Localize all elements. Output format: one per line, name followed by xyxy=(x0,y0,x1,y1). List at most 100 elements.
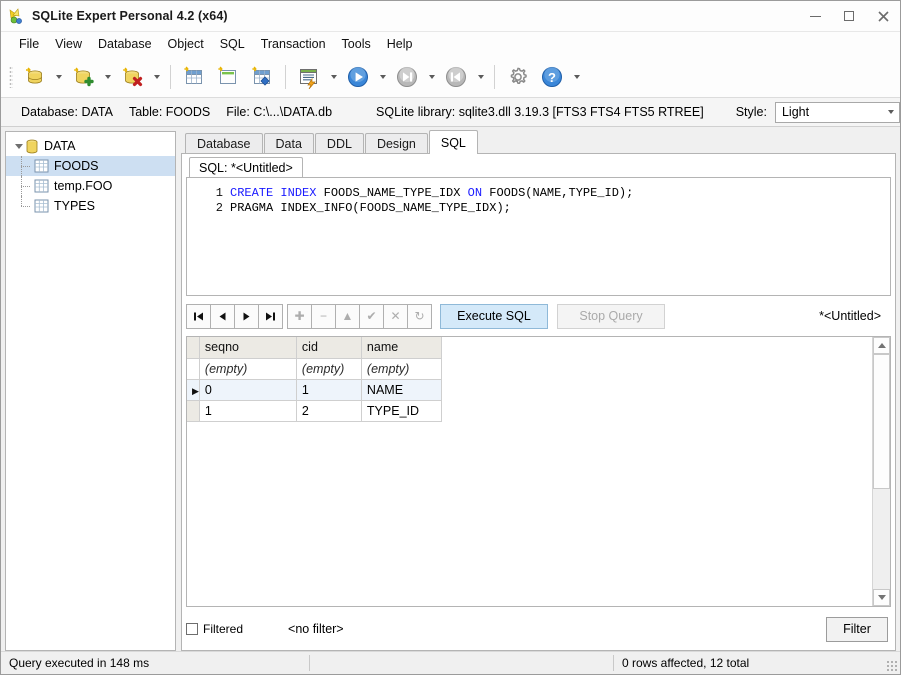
query-name-label: *<Untitled> xyxy=(819,309,881,323)
menu-object[interactable]: Object xyxy=(160,34,212,54)
delete-record-button[interactable]: − xyxy=(311,303,336,329)
filter-cell-name[interactable]: (empty) xyxy=(361,358,442,380)
info-bar: Database: DATA Table: FOODS File: C:\...… xyxy=(1,98,900,127)
table-icon xyxy=(34,199,49,213)
filter-expression-label[interactable]: <no filter> xyxy=(288,622,344,636)
cell-cid[interactable]: 1 xyxy=(296,379,362,401)
new-database-button[interactable] xyxy=(66,60,100,94)
menu-view[interactable]: View xyxy=(47,34,90,54)
sql-tab-panel: SQL: *<Untitled> 1 CREATE INDEX FOODS_NAM… xyxy=(181,153,896,651)
scroll-track[interactable] xyxy=(873,354,890,589)
style-select[interactable]: Light xyxy=(774,101,900,123)
cell-seqno[interactable]: 0 xyxy=(199,379,297,401)
menu-transaction[interactable]: Transaction xyxy=(253,34,334,54)
delete-database-dropdown[interactable] xyxy=(149,60,164,94)
cancel-edit-button[interactable]: ✕ xyxy=(383,303,408,329)
tab-data[interactable]: Data xyxy=(263,133,314,154)
next-record-button[interactable] xyxy=(234,303,259,329)
code-line: 2 PRAGMA INDEX_INFO(FOODS_NAME_TYPE_IDX); xyxy=(187,201,890,216)
database-icon xyxy=(26,139,38,153)
step-forward-dropdown[interactable] xyxy=(424,60,439,94)
delete-database-button[interactable] xyxy=(115,60,149,94)
code-text: PRAGMA INDEX_INFO(FOODS_NAME_TYPE_IDX); xyxy=(230,201,511,215)
cell-cid[interactable]: 2 xyxy=(296,400,362,422)
table-row: 1 2 TYPE_ID xyxy=(187,400,442,422)
step-forward-button[interactable] xyxy=(390,60,424,94)
gear-icon[interactable] xyxy=(501,60,535,94)
tree-item-foods[interactable]: FOODS xyxy=(6,156,175,176)
first-record-button[interactable] xyxy=(186,303,211,329)
new-view-button[interactable] xyxy=(211,60,245,94)
insert-record-button[interactable]: ✚ xyxy=(287,303,312,329)
butterfly-icon xyxy=(8,7,26,25)
open-database-button[interactable] xyxy=(17,60,51,94)
tree-line xyxy=(12,176,34,196)
new-sql-query-button[interactable] xyxy=(292,60,326,94)
tree-item-data[interactable]: DATA xyxy=(6,136,175,156)
tab-sql[interactable]: SQL xyxy=(428,130,478,154)
scroll-up-button[interactable] xyxy=(873,337,890,354)
resize-grip[interactable] xyxy=(886,660,898,672)
new-index-button[interactable] xyxy=(245,60,279,94)
scroll-down-button[interactable] xyxy=(873,589,890,606)
tab-database[interactable]: Database xyxy=(185,133,263,154)
tab-ddl[interactable]: DDL xyxy=(314,133,364,154)
menu-file[interactable]: File xyxy=(11,34,47,54)
menu-help[interactable]: Help xyxy=(379,34,421,54)
step-back-dropdown[interactable] xyxy=(473,60,488,94)
grid-vertical-scrollbar[interactable] xyxy=(872,337,890,606)
filtered-checkbox[interactable] xyxy=(186,623,198,635)
sql-editor[interactable]: 1 CREATE INDEX FOODS_NAME_TYPE_IDX ON FOO… xyxy=(186,177,891,296)
menu-sql[interactable]: SQL xyxy=(212,34,253,54)
execute-dropdown[interactable] xyxy=(375,60,390,94)
row-marker-cell: ▶ xyxy=(187,379,200,401)
toolbar-grip[interactable] xyxy=(9,65,13,88)
new-table-button[interactable] xyxy=(177,60,211,94)
menu-tools[interactable]: Tools xyxy=(334,34,379,54)
help-dropdown[interactable] xyxy=(569,60,584,94)
results-grid: seqno cid name (empty) (empty) (empty) ▶… xyxy=(186,336,891,607)
cell-seqno[interactable]: 1 xyxy=(199,400,297,422)
new-database-dropdown[interactable] xyxy=(100,60,115,94)
execute-button[interactable] xyxy=(341,60,375,94)
expand-collapse-icon[interactable] xyxy=(12,143,25,149)
execute-sql-button[interactable]: Execute SQL xyxy=(440,303,548,329)
table-icon xyxy=(34,159,49,173)
filter-cell-cid[interactable]: (empty) xyxy=(296,358,362,380)
refresh-button[interactable]: ↻ xyxy=(407,303,432,329)
last-record-button[interactable] xyxy=(258,303,283,329)
column-header-seqno[interactable]: seqno xyxy=(199,337,297,359)
close-button[interactable] xyxy=(866,1,900,31)
cell-name[interactable]: NAME xyxy=(361,379,442,401)
column-header-cid[interactable]: cid xyxy=(296,337,362,359)
cell-name[interactable]: TYPE_ID xyxy=(361,400,442,422)
code-text: FOODS_NAME_TYPE_IDX xyxy=(316,186,468,200)
step-back-button[interactable] xyxy=(439,60,473,94)
column-header-name[interactable]: name xyxy=(361,337,442,359)
filter-button[interactable]: Filter xyxy=(826,616,888,642)
sql-sub-tab-untitled[interactable]: SQL: *<Untitled> xyxy=(189,157,303,178)
filter-cell-seqno[interactable]: (empty) xyxy=(199,358,297,380)
application-window: SQLite Expert Personal 4.2 (x64) File Vi… xyxy=(0,0,901,675)
scroll-thumb[interactable] xyxy=(873,354,890,489)
code-keyword: CREATE xyxy=(230,186,274,200)
edit-record-button[interactable]: ▲ xyxy=(335,303,360,329)
help-icon[interactable]: ? xyxy=(535,60,569,94)
line-number: 1 xyxy=(215,186,223,200)
status-middle xyxy=(310,652,613,674)
tab-design[interactable]: Design xyxy=(364,133,428,154)
row-marker-header xyxy=(187,337,200,359)
toolbar-separator-1 xyxy=(170,64,171,89)
minimize-button[interactable] xyxy=(798,1,832,31)
post-edit-button[interactable]: ✔ xyxy=(359,303,384,329)
results-grid-area[interactable]: seqno cid name (empty) (empty) (empty) ▶… xyxy=(187,337,872,606)
scroll-track-lower[interactable] xyxy=(873,489,890,589)
tree-item-temp-foo[interactable]: temp.FOO xyxy=(6,176,175,196)
maximize-button[interactable] xyxy=(832,1,866,31)
record-nav-group xyxy=(186,303,283,329)
menu-database[interactable]: Database xyxy=(90,34,160,54)
new-sql-query-dropdown[interactable] xyxy=(326,60,341,94)
prior-record-button[interactable] xyxy=(210,303,235,329)
open-database-dropdown[interactable] xyxy=(51,60,66,94)
tree-item-types[interactable]: TYPES xyxy=(6,196,175,216)
